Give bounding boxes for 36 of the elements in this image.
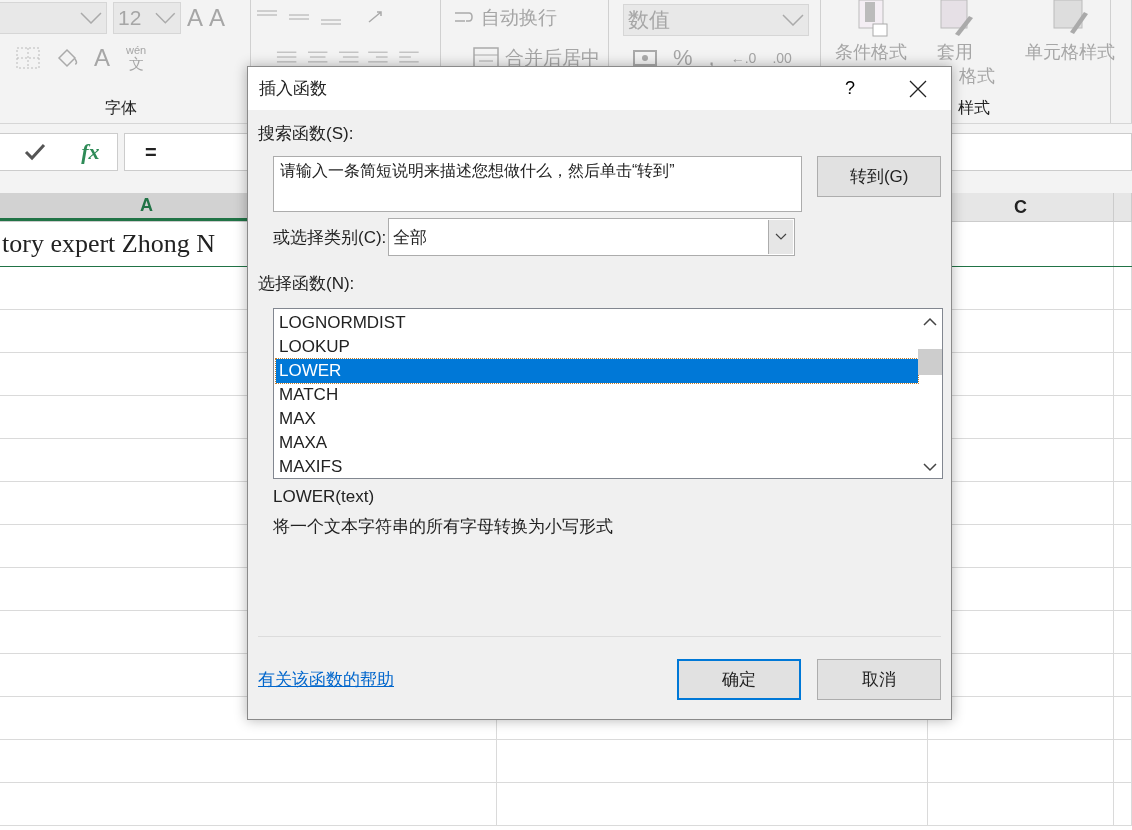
search-field[interactable]: 请输入一条简短说明来描述您想做什么，然后单击“转到” bbox=[273, 156, 803, 212]
function-item[interactable]: MAX bbox=[276, 407, 918, 431]
search-label: 搜索函数(S): bbox=[258, 123, 355, 145]
function-item[interactable]: LOOKUP bbox=[276, 335, 918, 359]
table-cell: tory expert Zhong N bbox=[2, 229, 215, 259]
column-header[interactable]: A bbox=[140, 195, 153, 216]
function-item[interactable]: LOGNORMDIST bbox=[276, 311, 918, 335]
phonetic-guide-button[interactable]: wén 文 bbox=[126, 45, 147, 71]
function-item[interactable]: MATCH bbox=[276, 383, 918, 407]
wrap-text-button[interactable]: 自动换行 bbox=[445, 5, 557, 31]
group-label: 字体 bbox=[105, 99, 137, 116]
window-title: 插入函数 bbox=[259, 78, 328, 100]
insert-function-button[interactable]: fx bbox=[81, 139, 100, 165]
function-description: 将一个文本字符串的所有字母转换为小写形式 bbox=[273, 516, 614, 538]
font-color-button[interactable]: A bbox=[94, 44, 110, 72]
function-item[interactable]: LOWER bbox=[276, 359, 918, 383]
increase-decimal-button[interactable]: ←.0 bbox=[730, 50, 757, 66]
grow-font-button[interactable]: A bbox=[187, 4, 203, 32]
function-signature: LOWER(text) bbox=[273, 487, 376, 507]
category-label: 或选择类别(C): bbox=[273, 226, 387, 249]
help-link[interactable]: 有关该函数的帮助 bbox=[258, 668, 661, 691]
function-item[interactable]: MAXIFS bbox=[276, 455, 918, 479]
shrink-font-button[interactable]: A bbox=[209, 4, 226, 32]
cell-styles-button[interactable]: 单元格样式 bbox=[1025, 0, 1115, 88]
cancel-button[interactable]: 取消 bbox=[817, 659, 941, 700]
decrease-decimal-button[interactable]: .00 bbox=[772, 50, 792, 66]
ok-button[interactable]: 确定 bbox=[677, 659, 801, 700]
group-label: 样式 bbox=[958, 99, 990, 116]
percent-button[interactable]: % bbox=[673, 45, 693, 71]
help-button[interactable]: ? bbox=[839, 77, 861, 100]
function-item[interactable]: MAXA bbox=[276, 431, 918, 455]
functions-label: 选择函数(N): bbox=[258, 273, 356, 295]
go-button[interactable]: 转到(G) bbox=[817, 156, 941, 197]
category-dropdown[interactable]: 全部 bbox=[388, 218, 796, 256]
column-header[interactable]: C bbox=[1014, 196, 1027, 218]
table-format-button[interactable]: 套用 格式 bbox=[937, 0, 995, 88]
